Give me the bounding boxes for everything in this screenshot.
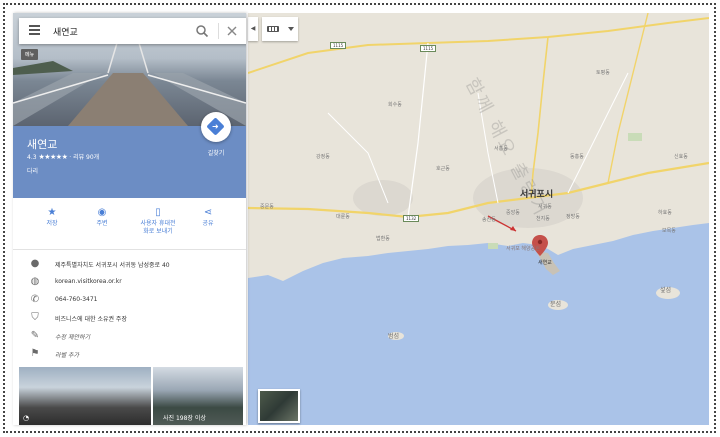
claim-text: 비즈니스에 대한 소유권 주장 [55, 316, 127, 323]
road-minor [407, 42, 429, 218]
directions-label: 길찾기 [207, 150, 225, 157]
collapse-panel-button[interactable]: ◀ [248, 17, 258, 41]
map-canvas[interactable]: 함께 해요 출렁거 1115 1115 1132 서귀포시 서귀동 천지동 정방… [248, 13, 709, 425]
district-label: 송산동 [482, 217, 496, 223]
share-icon: ⋖ [203, 207, 213, 218]
phone-row[interactable]: ✆ 064-760-3471 [13, 292, 246, 310]
photo-strip: ◔ 사진 198장 이상 [19, 367, 246, 425]
share-button[interactable]: ⋖ 공유 [183, 206, 233, 228]
photo-count-caption: 사진 198장 이상 [163, 415, 206, 422]
action-bar: ★ 저장 ◉ 주변 ▯ 사용자 휴대전 화로 보내기 ⋖ 공유 [13, 198, 246, 250]
camera-icon: ◔ [23, 414, 30, 422]
close-icon[interactable] [225, 24, 239, 38]
road-shield: 1115 [420, 45, 437, 52]
road-minor [567, 72, 629, 194]
shield-check-icon: ⛉ [31, 312, 39, 323]
island-label: 범섬 [388, 333, 400, 340]
poi-pin-label[interactable]: 새연교 [538, 259, 552, 266]
sea-area [248, 223, 709, 425]
search-icon[interactable] [195, 24, 209, 38]
district-label: 서홍동 [494, 146, 508, 152]
add-label-text: 라벨 추가 [55, 352, 79, 359]
district-label: 호근동 [436, 166, 450, 172]
keyboard-icon [267, 26, 279, 32]
save-button[interactable]: ★ 저장 [27, 206, 77, 228]
district-label: 신효동 [674, 154, 688, 160]
district-label: 천지동 [536, 216, 550, 222]
district-label: 서귀동 [538, 204, 552, 210]
flag-icon: ⚑ [30, 348, 40, 359]
search-input[interactable]: 새연교 [53, 25, 78, 38]
district-label: 중앙동 [506, 210, 520, 216]
district-label: 토평동 [596, 70, 610, 76]
chevron-down-icon [288, 27, 294, 31]
road-shield: 1132 [403, 215, 420, 222]
phone-icon: ✆ [30, 294, 40, 305]
park-area [488, 243, 498, 249]
website-text: korean.visitkorea.or.kr [55, 278, 122, 285]
pencil-icon: ✎ [30, 330, 40, 341]
add-label-row[interactable]: ⚑ 라벨 추가 [13, 346, 246, 364]
district-label: 강정동 [316, 154, 330, 160]
search-box[interactable]: 새연교 [19, 18, 246, 44]
nearby-button[interactable]: ◉ 주변 [77, 206, 127, 228]
district-label: 중문동 [260, 204, 274, 210]
satellite-toggle[interactable] [258, 389, 300, 423]
road-east [607, 13, 649, 184]
send-to-phone-button[interactable]: ▯ 사용자 휴대전 화로 보내기 [131, 206, 185, 236]
district-label: 법환동 [376, 236, 390, 242]
poi-label[interactable]: 서귀포 해양공원 [506, 245, 540, 252]
menu-tooltip: 메뉴 [21, 49, 39, 60]
photo-thumbnail[interactable]: ◔ [19, 367, 151, 425]
place-category[interactable]: 다리 [27, 166, 38, 175]
rating-value: 4.3 [27, 154, 37, 161]
directions-button[interactable]: ➜ [201, 112, 231, 142]
website-row[interactable]: ◍ korean.visitkorea.or.kr [13, 274, 246, 292]
search-divider [218, 23, 219, 39]
globe-icon: ◍ [30, 276, 40, 287]
menu-icon[interactable] [29, 25, 40, 36]
island-label: 섶섬 [660, 287, 672, 294]
star-icon: ★ [47, 207, 57, 218]
address-text: 제주특별자치도 서귀포시 서귀동 남성중로 40 [55, 262, 170, 269]
location-pin-icon: ● [30, 258, 40, 269]
district-label: 하효동 [658, 210, 672, 216]
park-area [628, 133, 642, 141]
city-label: 서귀포시 [520, 190, 554, 200]
district-label: 보목동 [662, 228, 676, 234]
photo-thumbnail[interactable]: 사진 198장 이상 [153, 367, 243, 425]
island-label: 문섬 [550, 301, 562, 308]
place-title: 새연교 [27, 138, 58, 151]
claim-row[interactable]: ⛉ 비즈니스에 대한 소유권 주장 [13, 310, 246, 328]
phone-text: 064-760-3471 [55, 296, 98, 303]
rating-stars: ★★★★★ [38, 153, 68, 161]
input-tools-button[interactable] [262, 17, 298, 41]
place-header: 새연교 4.3 ★★★★★ · 리뷰 90개 다리 ➜ 길찾기 [13, 112, 246, 198]
district-label: 대륜동 [336, 214, 350, 220]
pin-icon: ◉ [97, 207, 107, 218]
side-panel: 새연교 메뉴 새연교 4.3 ★★★★★ · 리뷰 90개 다리 ➜ 길찾기 ★… [13, 13, 246, 425]
district-label: 정방동 [566, 214, 580, 220]
review-count[interactable]: · 리뷰 90개 [69, 154, 99, 161]
address-row[interactable]: ● 제주특별자치도 서귀포시 서귀동 남성중로 40 [13, 256, 246, 274]
urban-area-west [353, 180, 413, 216]
phone-send-icon: ▯ [155, 207, 161, 218]
road-shield: 1115 [330, 42, 347, 49]
suggest-edit-row[interactable]: ✎ 수정 제안하기 [13, 328, 246, 346]
district-label: 동홍동 [570, 154, 584, 160]
rating-row: 4.3 ★★★★★ · 리뷰 90개 [27, 152, 99, 161]
suggest-edit-text: 수정 제안하기 [55, 334, 91, 341]
district-label: 회수동 [388, 102, 402, 108]
